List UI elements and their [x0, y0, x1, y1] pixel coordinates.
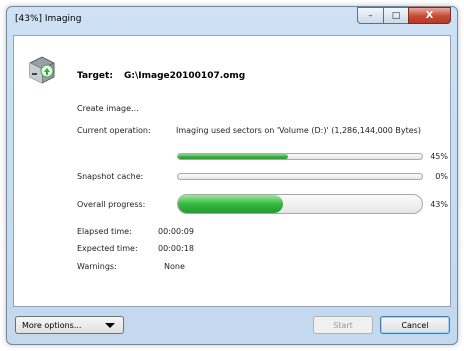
overall-progress-percent: 43% [430, 200, 448, 209]
window-title: [43%] Imaging [15, 14, 82, 24]
expected-time-label: Expected time: [77, 244, 138, 253]
minimize-button[interactable]: – [357, 7, 383, 24]
current-progress-fill [178, 154, 288, 159]
start-button-label: Start [333, 320, 353, 330]
elapsed-time-label: Elapsed time: [77, 227, 132, 236]
operation-value: Imaging used sectors on 'Volume (D:)' (1… [176, 126, 421, 135]
maximize-icon: □ [391, 10, 401, 21]
overall-progress-bar [177, 194, 423, 214]
cancel-button-label: Cancel [401, 320, 429, 330]
current-progress-percent: 45% [430, 152, 448, 161]
cancel-button[interactable]: Cancel [380, 316, 450, 334]
chevron-down-icon [105, 323, 115, 328]
target-path: G:\Image20100107.omg [124, 71, 246, 81]
imaging-window: [43%] Imaging – □ X Target: G:\Image2010… [6, 6, 458, 345]
current-progress-bar [177, 153, 423, 160]
overall-progress-label: Overall progress: [77, 200, 146, 209]
title-bar[interactable]: [43%] Imaging – □ X [7, 7, 457, 31]
close-button[interactable]: X [408, 7, 451, 24]
close-icon: X [425, 10, 434, 21]
expected-time-value: 00:00:18 [158, 244, 194, 253]
elapsed-time-value: 00:00:09 [158, 227, 194, 236]
snapshot-cache-label: Snapshot cache: [77, 172, 144, 181]
operation-label: Current operation: [77, 126, 151, 135]
more-options-dropdown[interactable]: More options... [15, 316, 124, 334]
more-options-label: More options... [22, 320, 82, 330]
disk-image-icon [29, 56, 55, 84]
status-text: Create image... [77, 104, 139, 113]
snapshot-cache-bar [177, 173, 423, 180]
start-button[interactable]: Start [313, 316, 373, 334]
content-panel: Target: G:\Image20100107.omg Create imag… [13, 35, 451, 307]
snapshot-cache-percent: 0% [435, 172, 448, 181]
maximize-button[interactable]: □ [383, 7, 408, 24]
target-label: Target: [77, 71, 113, 81]
overall-progress-fill [178, 195, 283, 213]
warnings-label: Warnings: [77, 262, 117, 271]
caption-buttons: – □ X [357, 7, 451, 24]
minimize-icon: – [368, 10, 373, 21]
warnings-value: None [164, 262, 185, 271]
